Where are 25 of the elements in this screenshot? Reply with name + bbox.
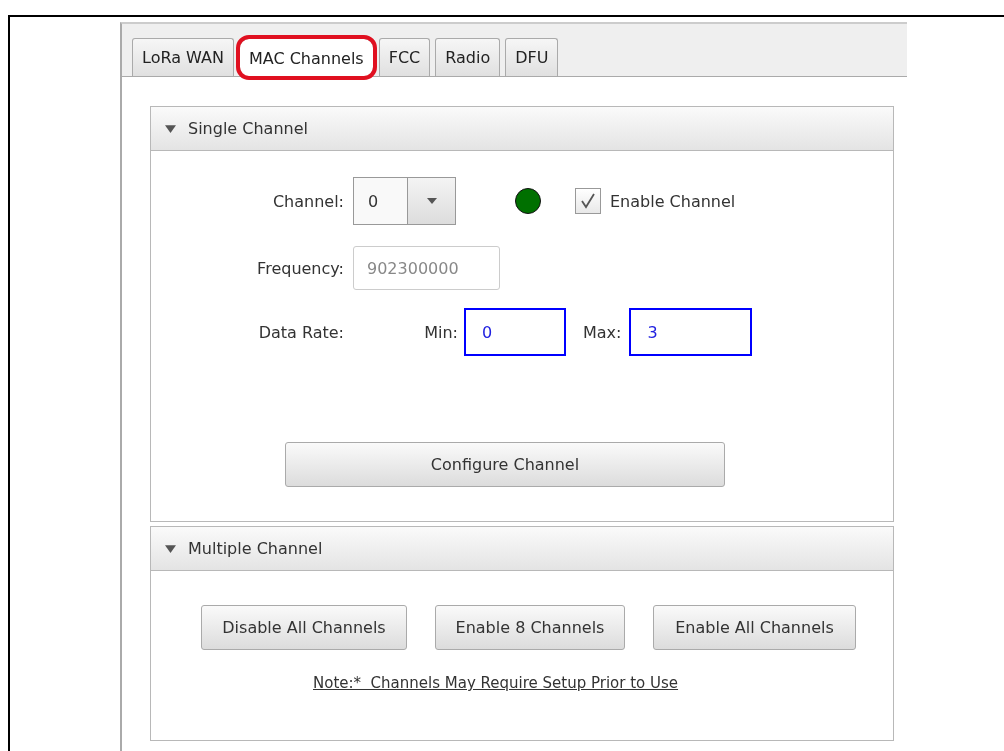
tab[interactable]: FCC <box>378 38 431 76</box>
checkmark-icon <box>580 193 596 209</box>
section-header[interactable]: Single Channel <box>151 107 893 151</box>
enable-channel-checkbox[interactable]: Enable Channel <box>575 188 736 214</box>
channel-action-button[interactable]: Disable All Channels <box>201 605 407 650</box>
channel-action-button[interactable]: Enable All Channels <box>653 605 856 650</box>
tab[interactable]: MAC Channels <box>238 38 374 77</box>
section-header[interactable]: Multiple Channel <box>151 527 893 571</box>
setup-note-link[interactable]: Note:* Channels May Require Setup Prior to Use <box>313 674 679 692</box>
channel-dropdown[interactable]: 0 <box>353 177 456 225</box>
min-field[interactable]: 0 <box>464 308 566 356</box>
caret-icon <box>426 198 437 204</box>
tab[interactable]: LoRa WAN <box>132 38 234 76</box>
min-label: Min: <box>423 322 458 342</box>
collapse-triangle-icon <box>165 123 176 134</box>
tab[interactable]: DFU <box>505 38 559 76</box>
data-rate-label: Data Rate: <box>257 322 344 342</box>
tab[interactable]: Radio <box>435 38 501 76</box>
channel-action-button[interactable]: Enable 8 Channels <box>435 605 625 650</box>
max-field[interactable]: 3 <box>629 308 753 356</box>
frequency-label: Frequency: <box>256 258 344 278</box>
configure-channel-button[interactable]: Configure Channel <box>285 442 725 487</box>
collapse-triangle-icon <box>165 543 176 554</box>
max-label: Max: <box>583 322 622 342</box>
channel-label: Channel: <box>271 191 344 211</box>
